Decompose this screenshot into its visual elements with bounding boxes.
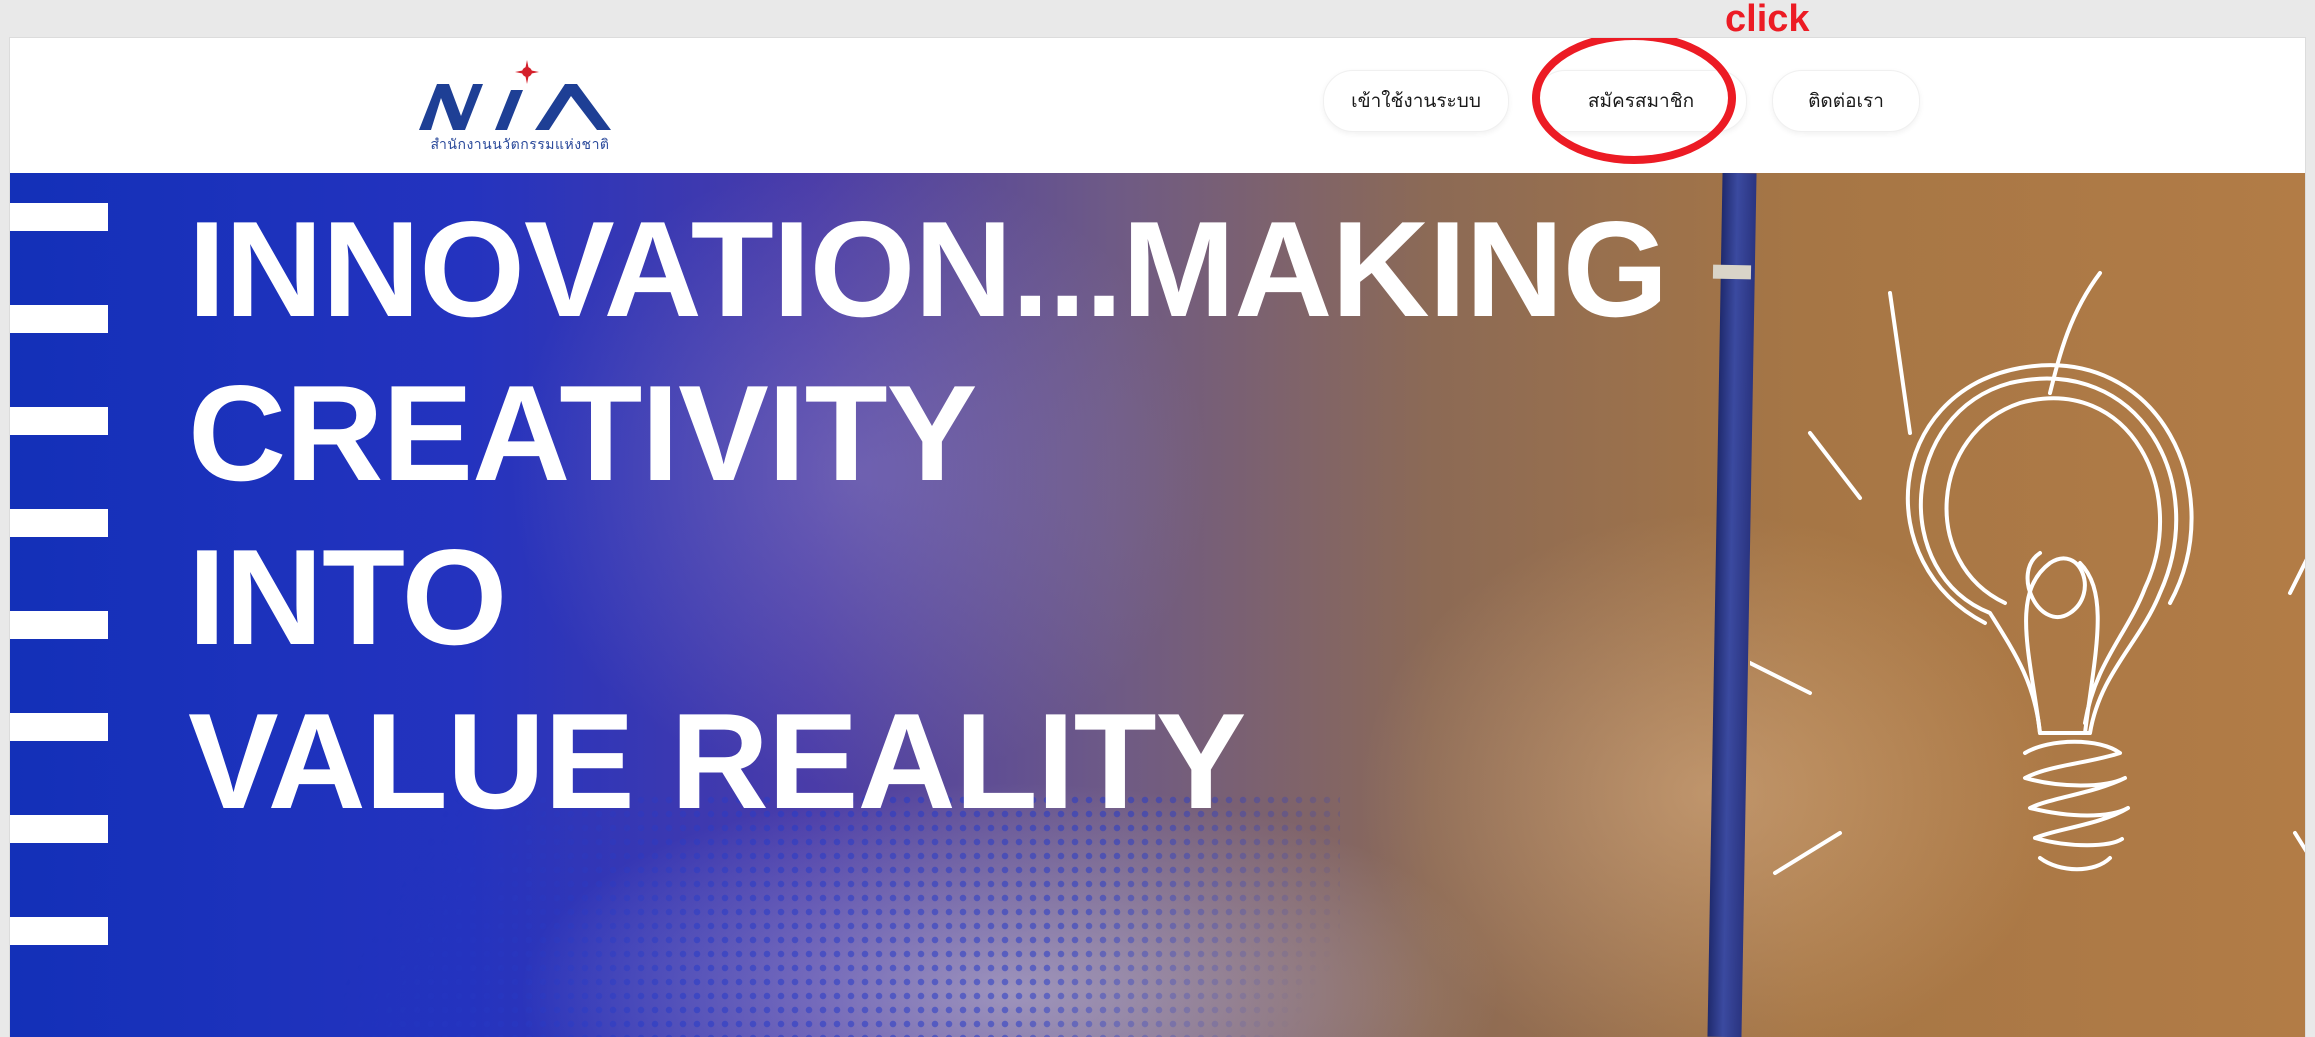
register-button[interactable]: สมัครสมาชิก — [1535, 70, 1747, 132]
lightbulb-icon — [1750, 271, 2305, 875]
hero-banner: INNOVATION...MAKING CREATIVITY INTO VALU… — [10, 173, 2305, 1037]
headline-line-4: VALUE REALITY — [188, 685, 1246, 837]
headline-line-1: INNOVATION...MAKING — [188, 193, 1668, 345]
headline-line-2: CREATIVITY — [188, 357, 977, 509]
headline-line-3: INTO — [188, 521, 507, 673]
login-button[interactable]: เข้าใช้งานระบบ — [1323, 70, 1509, 132]
nia-logo[interactable]: สำนักงานนวัตกรรมแห่งชาติ — [415, 56, 625, 156]
nia-logo-mark — [419, 60, 611, 130]
hero-headline: INNOVATION...MAKING CREATIVITY INTO VALU… — [188, 187, 1668, 843]
browser-viewport: สำนักงานนวัตกรรมแห่งชาติ เข้าใช้งานระบบ … — [10, 38, 2305, 1037]
site-header: สำนักงานนวัตกรรมแห่งชาติ เข้าใช้งานระบบ … — [10, 38, 2305, 173]
contact-button[interactable]: ติดต่อเรา — [1772, 70, 1920, 132]
click-annotation-label: click — [1725, 0, 1810, 40]
pencil-band — [1712, 264, 1752, 280]
logo-subtitle: สำนักงานนวัตกรรมแห่งชาติ — [430, 137, 610, 153]
left-stripes — [10, 173, 108, 1037]
